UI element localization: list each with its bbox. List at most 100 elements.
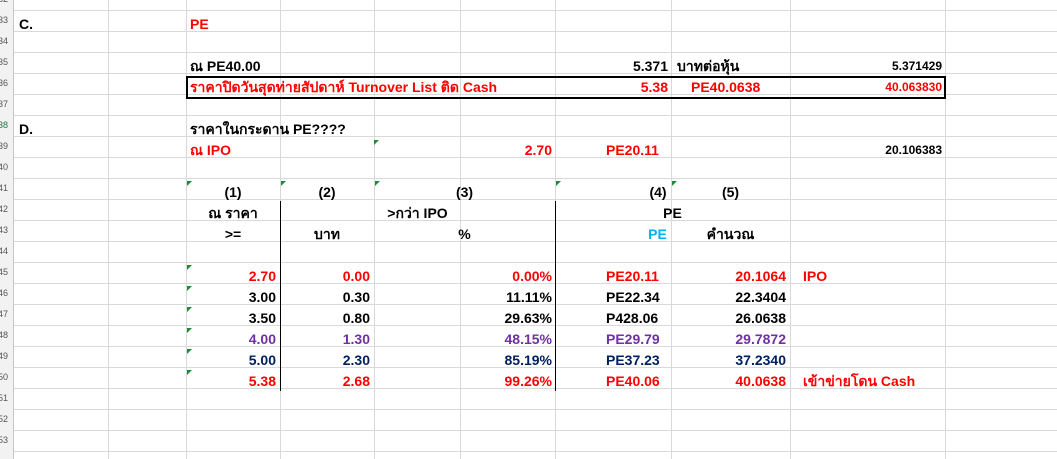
gridline (0, 31, 1057, 32)
calc-cell[interactable]: 29.7872 (680, 329, 786, 350)
pe-cell[interactable]: PE20.11 (606, 266, 668, 287)
row-number[interactable]: 41 (0, 178, 12, 199)
pe-cell[interactable]: PE37.23 (606, 350, 668, 371)
ipo-label[interactable]: ณ IPO (190, 140, 231, 161)
calc-cell[interactable]: 37.2340 (680, 350, 786, 371)
pe-cell[interactable]: P428.06 (606, 308, 668, 329)
baht-cell[interactable]: 0.00 (284, 266, 370, 287)
row-number[interactable]: 37 (0, 94, 12, 115)
closing-price-label[interactable]: ราคาปิดวันสุดท่ายสัปดาห์ Turnover List ต… (190, 77, 497, 98)
note-cell[interactable] (803, 350, 943, 371)
row-number[interactable]: 36 (0, 73, 12, 94)
note-cell[interactable] (803, 329, 943, 350)
percent-cell[interactable]: 0.00% (378, 266, 552, 287)
price-cell[interactable]: 3.50 (190, 308, 276, 329)
row-number[interactable]: 49 (0, 346, 12, 367)
pe40-unit-cell[interactable]: บาทต่อหุ้น (677, 56, 739, 77)
pe-cell[interactable]: PE40.06 (606, 371, 668, 392)
section-c-title[interactable]: PE (190, 14, 209, 35)
gridline (0, 10, 1057, 11)
cell-indicator (281, 181, 286, 186)
row-number[interactable]: 47 (0, 304, 12, 325)
calc-cell[interactable]: 22.3404 (680, 287, 786, 308)
row-number[interactable]: 43 (0, 220, 12, 241)
col-number-2[interactable]: (2) (280, 182, 374, 203)
cell-indicator (672, 181, 677, 186)
row-number[interactable]: 34 (0, 31, 12, 52)
ipo-precise-cell[interactable]: 20.106383 (800, 140, 942, 161)
baht-cell[interactable]: 1.30 (284, 329, 370, 350)
calc-cell[interactable]: 26.0638 (680, 308, 786, 329)
row-number[interactable]: 44 (0, 241, 12, 262)
row-number[interactable]: 33 (0, 10, 12, 31)
gridline (0, 430, 1057, 431)
closing-price-cell[interactable]: 5.38 (600, 77, 668, 98)
baht-cell[interactable]: 0.80 (284, 308, 370, 329)
price-cell[interactable]: 5.00 (190, 350, 276, 371)
baht-cell[interactable]: 0.30 (284, 287, 370, 308)
percent-cell[interactable]: 29.63% (378, 308, 552, 329)
calc-cell[interactable]: 20.1064 (680, 266, 786, 287)
percent-cell[interactable]: 85.19% (378, 350, 552, 371)
section-d-title[interactable]: ราคาในกระดาน PE???? (190, 119, 346, 140)
row-number[interactable]: 52 (0, 409, 12, 430)
row-number[interactable]: 40 (0, 157, 12, 178)
calc-cell[interactable]: 40.0638 (680, 371, 786, 392)
gridline (0, 178, 1057, 179)
closing-precise-cell[interactable]: 40.063830 (800, 77, 942, 98)
col-number-5[interactable]: (5) (671, 182, 790, 203)
note-cell[interactable] (803, 287, 943, 308)
row-number[interactable]: 42 (0, 199, 12, 220)
row-number[interactable]: 48 (0, 325, 12, 346)
pe40-precise-cell[interactable]: 5.371429 (800, 56, 942, 77)
row-number[interactable]: 50 (0, 367, 12, 388)
pe-cell[interactable]: PE29.79 (606, 329, 668, 350)
header-at-price[interactable]: ณ ราคา (186, 203, 280, 224)
col-number-1[interactable]: (1) (186, 182, 280, 203)
row-number-selected[interactable]: 38 (0, 115, 12, 136)
table-border (280, 201, 281, 391)
closing-pe-cell[interactable]: PE40.0638 (691, 77, 760, 98)
header-above-ipo[interactable]: >กว่า IPO (280, 203, 555, 224)
header-baht[interactable]: บาท (280, 224, 374, 245)
ipo-pe-cell[interactable]: PE20.11 (606, 140, 659, 161)
pe40-label[interactable]: ณ PE40.00 (190, 56, 261, 77)
price-cell[interactable]: 2.70 (190, 266, 276, 287)
price-cell[interactable]: 4.00 (190, 329, 276, 350)
baht-cell[interactable]: 2.30 (284, 350, 370, 371)
cell-indicator (374, 140, 379, 145)
gridline (790, 0, 791, 459)
section-d-label[interactable]: D. (19, 119, 33, 140)
row-number[interactable]: 32 (0, 0, 12, 10)
percent-cell[interactable]: 11.11% (378, 287, 552, 308)
row-number[interactable]: 35 (0, 52, 12, 73)
row-number[interactable]: 45 (0, 262, 12, 283)
row-number[interactable]: 46 (0, 283, 12, 304)
price-cell[interactable]: 5.38 (190, 371, 276, 392)
percent-cell[interactable]: 99.26% (378, 371, 552, 392)
cell-indicator (556, 181, 561, 186)
gridline (945, 0, 946, 459)
header-gte[interactable]: >= (186, 224, 280, 245)
header-calc[interactable]: คำนวณ (671, 224, 790, 245)
row-number[interactable]: 51 (0, 388, 12, 409)
baht-cell[interactable]: 2.68 (284, 371, 370, 392)
row-number[interactable]: 39 (0, 136, 12, 157)
row-number[interactable]: 53 (0, 430, 12, 451)
price-cell[interactable]: 3.00 (190, 287, 276, 308)
col-number-3[interactable]: (3) (374, 182, 555, 203)
spreadsheet-grid: 32 33 34 35 36 37 38 39 40 41 42 43 44 4… (0, 0, 1057, 459)
cell-indicator (375, 181, 380, 186)
note-cell[interactable]: เข้าข่ายโดน Cash (803, 371, 943, 392)
header-percent[interactable]: % (374, 224, 555, 245)
note-cell[interactable]: IPO (803, 266, 943, 287)
pe-cell[interactable]: PE22.34 (606, 287, 668, 308)
percent-cell[interactable]: 48.15% (378, 329, 552, 350)
header-pe[interactable]: PE (555, 203, 790, 224)
gridline (0, 52, 1057, 53)
gridline (0, 262, 1057, 263)
section-c-label[interactable]: C. (19, 14, 33, 35)
pe40-price-cell[interactable]: 5.371 (600, 56, 668, 77)
ipo-price-cell[interactable]: 2.70 (470, 140, 552, 161)
note-cell[interactable] (803, 308, 943, 329)
